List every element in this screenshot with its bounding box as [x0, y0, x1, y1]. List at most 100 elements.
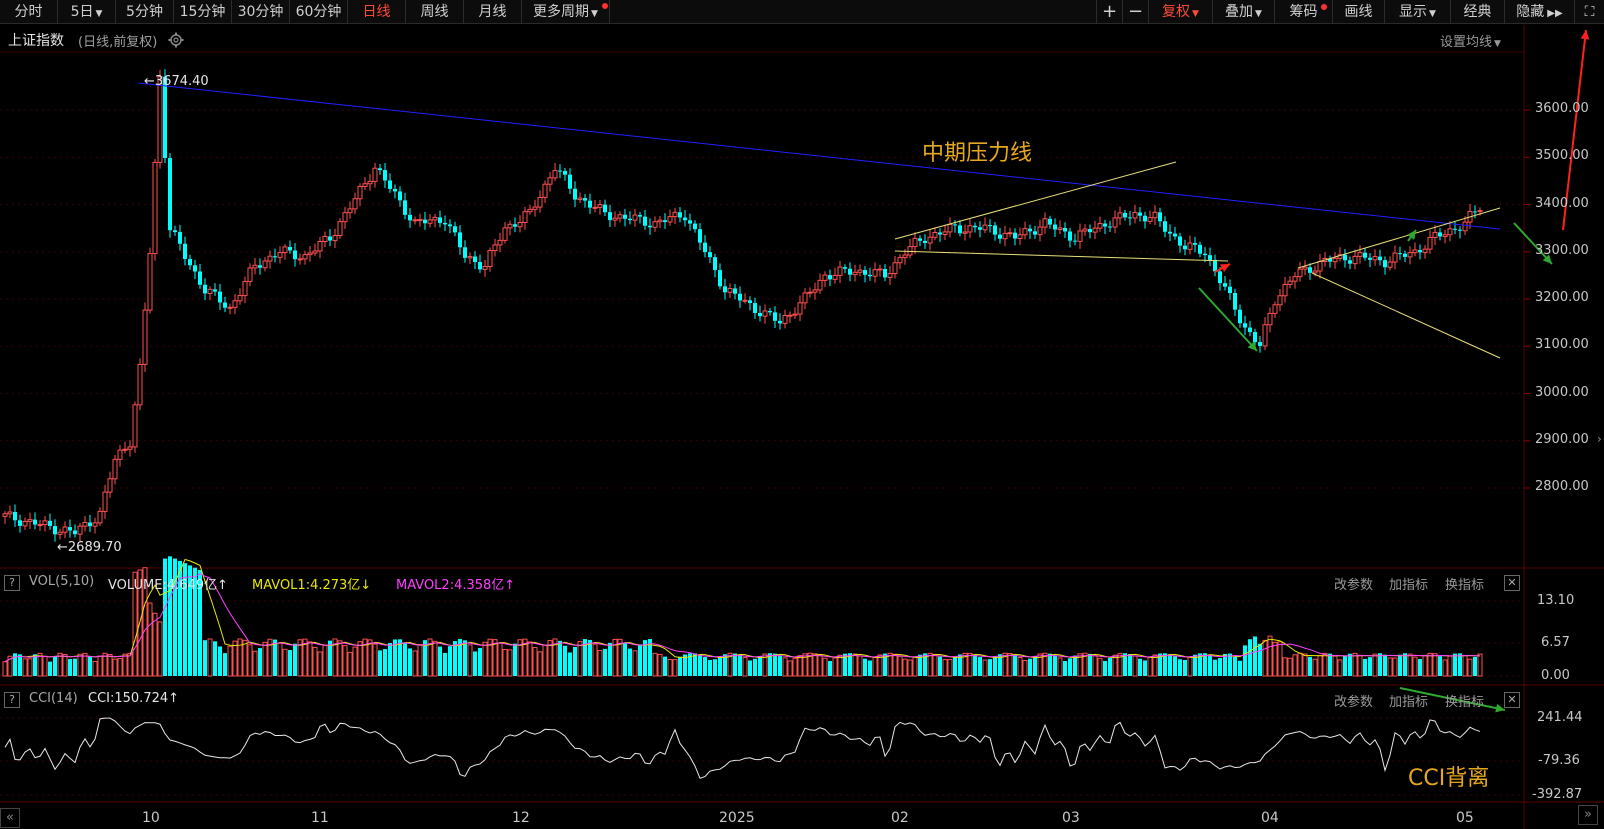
volume-bar-up	[792, 657, 798, 677]
vol-switch-indicator[interactable]: 换指标	[1445, 574, 1484, 593]
volume-bar-up	[1477, 653, 1483, 677]
volume-bar-up	[97, 655, 103, 677]
candle-body-down	[258, 265, 262, 268]
candle-body-up	[1272, 304, 1278, 314]
volume-bar-up	[1262, 639, 1268, 677]
volume-bar-up	[342, 645, 348, 677]
volume-bar-down	[733, 653, 737, 676]
candle-body-down	[463, 247, 467, 258]
candle-body-down	[1308, 267, 1312, 273]
candle-body-up	[902, 254, 908, 259]
candle-body-up	[112, 458, 118, 480]
candle-body-up	[97, 510, 103, 524]
green-arrow-down-shaft	[1198, 287, 1258, 352]
candle-body-up	[1082, 228, 1088, 232]
volume-bar-up	[352, 646, 358, 677]
candle-body-down	[183, 243, 187, 260]
volume-bar-up	[117, 657, 123, 677]
candle-body-up	[837, 266, 843, 276]
scroll-left-button[interactable]: «	[0, 808, 20, 828]
up-arrow-icon: ↑	[168, 691, 180, 706]
candle-body-up	[807, 291, 813, 294]
candle-body-up	[552, 170, 558, 179]
candle-body-down	[678, 212, 682, 218]
candle-body-up	[102, 491, 108, 512]
cci-add-indicator[interactable]: 加指标	[1389, 691, 1428, 710]
volume-bar-down	[993, 656, 997, 676]
date-label-dec: 12	[512, 810, 530, 826]
close-icon[interactable]: ✕	[1504, 692, 1520, 708]
candle-body-down	[1183, 245, 1187, 250]
candle-body-down	[1398, 253, 1402, 255]
vol-value-text: VOLUME:4.649亿	[108, 578, 218, 593]
candle-body-down	[1088, 229, 1092, 233]
candle-body-down	[178, 232, 182, 244]
volume-bar-up	[497, 642, 503, 677]
candle-body-up	[247, 267, 253, 282]
volume-bar-up	[787, 660, 793, 677]
volume-bar-up	[92, 660, 98, 677]
candle-body-down	[218, 291, 222, 303]
vol-add-indicator[interactable]: 加指标	[1389, 574, 1428, 593]
candle-body-up	[342, 212, 348, 223]
help-icon[interactable]: ?	[4, 575, 20, 591]
close-icon[interactable]: ✕	[1504, 575, 1520, 591]
candle-body-up	[307, 252, 313, 256]
candle-body-up	[1387, 261, 1393, 268]
candle-body-up	[367, 180, 373, 185]
candle-body-down	[748, 300, 752, 304]
candle-body-up	[532, 206, 538, 210]
candle-body-up	[232, 300, 238, 308]
volume-bar-down	[1178, 659, 1182, 676]
help-icon[interactable]: ?	[4, 692, 20, 708]
candle-body-up	[337, 221, 343, 237]
vol-edit-params[interactable]: 改参数	[1334, 574, 1373, 593]
candle-body-up	[727, 287, 733, 293]
candle-body-up	[547, 177, 553, 185]
candle-body-down	[603, 204, 607, 213]
volume-bar-up	[632, 650, 638, 677]
volume-bar-down	[1228, 653, 1232, 676]
volume-bar-down	[1473, 656, 1477, 676]
candle-body-up	[887, 273, 893, 278]
candle-body-up	[1002, 232, 1008, 240]
volume-bar-up	[1267, 635, 1273, 677]
candle-body-down	[758, 313, 762, 317]
vol-axis-mid: 6.57	[1541, 635, 1570, 650]
candle-body-up	[1447, 228, 1453, 236]
cci-switch-indicator[interactable]: 换指标	[1445, 691, 1484, 710]
cci-divergence-annotation: CCI背离	[1408, 766, 1490, 791]
volume-bar-up	[22, 658, 28, 677]
cci-line	[4, 717, 1481, 779]
volume-bar-up	[1332, 655, 1338, 677]
volume-bar-down	[753, 658, 757, 676]
volume-bar-down	[463, 640, 467, 676]
volume-bar-up	[62, 653, 68, 677]
cci-edit-params[interactable]: 改参数	[1334, 691, 1373, 710]
volume-bar-down	[18, 654, 22, 676]
volume-bar-down	[1103, 660, 1107, 676]
candle-body-down	[563, 170, 567, 175]
candle-body-up	[502, 227, 508, 241]
scroll-right-button[interactable]: »	[1578, 805, 1598, 825]
candle-body-up	[147, 253, 153, 311]
volume-bar-down	[1068, 658, 1072, 676]
green-arrow-small-head	[1407, 230, 1416, 240]
collapse-handle[interactable]: ›	[1597, 432, 1603, 448]
volume-bar-up	[672, 659, 678, 677]
candle-body-up	[242, 280, 248, 297]
candle-body-up	[282, 246, 288, 254]
candle-body-up	[537, 196, 543, 208]
candle-body-up	[822, 274, 828, 281]
candle-body-down	[918, 238, 922, 241]
candle-body-up	[1147, 217, 1153, 222]
vol-axis-zero: 0.00	[1541, 668, 1570, 683]
candle-body-down	[1253, 332, 1257, 343]
volume-bar-up	[372, 643, 378, 677]
mid-pressure-trendline	[137, 82, 1501, 230]
candle-body-up	[62, 526, 68, 533]
volume-bar-up	[797, 655, 803, 677]
volume-bar-up	[1112, 654, 1118, 677]
volume-bar-up	[902, 658, 908, 677]
volume-bar-down	[1203, 653, 1207, 676]
